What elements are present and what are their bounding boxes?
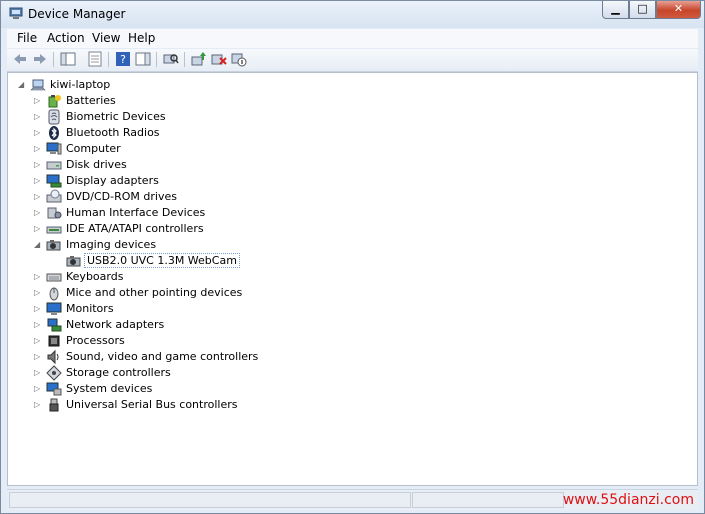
tree-item-label: Processors: [66, 334, 125, 347]
back-arrow-icon[interactable]: [12, 51, 28, 67]
help-icon[interactable]: ?: [115, 51, 131, 67]
close-icon: ✕: [673, 2, 684, 15]
disk-drive-icon: [46, 161, 62, 170]
tree-item-label: Imaging devices: [66, 238, 157, 251]
computer-icon: [46, 142, 62, 155]
tree-item-label: IDE ATA/ATAPI controllers: [66, 222, 204, 235]
expand-arrow-icon[interactable]: ▷: [34, 288, 42, 297]
status-panel-main: [9, 492, 411, 508]
tree-item-label: Sound, video and game controllers: [66, 350, 259, 363]
tree-item-label: Storage controllers: [66, 366, 171, 379]
status-panel-secondary: [412, 492, 564, 508]
tree-item-label: DVD/CD-ROM drives: [66, 190, 177, 203]
tree-item-label: Keyboards: [66, 270, 124, 283]
expand-arrow-icon[interactable]: ▷: [34, 384, 42, 393]
menu-action[interactable]: Action: [47, 31, 85, 45]
expand-arrow-icon[interactable]: ▷: [34, 400, 42, 409]
expand-arrow-icon[interactable]: ▷: [34, 128, 42, 137]
expand-arrow-icon[interactable]: ▷: [34, 368, 42, 377]
network-icon: [47, 318, 62, 332]
collapse-arrow-icon[interactable]: ◢: [34, 240, 42, 249]
expand-arrow-icon[interactable]: ▷: [34, 304, 42, 313]
hid-icon: [47, 207, 62, 219]
uninstall-icon[interactable]: [211, 51, 227, 67]
tree-item-label: Monitors: [66, 302, 114, 315]
battery-icon: [48, 95, 61, 108]
maximize-icon: □: [637, 2, 648, 15]
scan-hardware-icon[interactable]: [163, 51, 179, 67]
device-tree[interactable]: ◢ kiwi-laptop ▷ Batteries ▷ Biometric Devic…: [7, 72, 698, 486]
device-manager-icon: [9, 7, 23, 19]
expand-arrow-icon[interactable]: ▷: [34, 160, 42, 169]
tree-item-label: Universal Serial Bus controllers: [66, 398, 238, 411]
expand-arrow-icon[interactable]: ▷: [34, 192, 42, 201]
system-devices-icon: [46, 382, 62, 396]
processor-icon: [48, 335, 60, 347]
expand-arrow-icon[interactable]: ▷: [34, 112, 42, 121]
fingerprint-icon: [48, 109, 60, 125]
usb-icon: [49, 398, 59, 412]
display-adapter-icon: [46, 174, 62, 188]
forward-arrow-icon[interactable]: [32, 51, 48, 67]
close-button[interactable]: ✕: [656, 1, 701, 19]
dvd-drive-icon: [46, 189, 62, 203]
ide-controller-icon: [46, 226, 62, 234]
tree-item-label: Display adapters: [66, 174, 159, 187]
tree-item-label: Batteries: [66, 94, 116, 107]
speaker-icon: [47, 349, 59, 365]
tree-item-label: System devices: [66, 382, 153, 395]
bluetooth-icon: [49, 126, 59, 140]
laptop-icon: [30, 79, 46, 91]
expand-arrow-icon[interactable]: ▷: [34, 352, 42, 361]
expand-arrow-icon[interactable]: ▷: [34, 272, 42, 281]
monitor-icon: [46, 302, 62, 315]
properties-icon[interactable]: [87, 51, 103, 67]
tree-item-label: Bluetooth Radios: [66, 126, 160, 139]
maximize-button[interactable]: □: [629, 1, 656, 19]
title-bar[interactable]: Device Manager ▁ □ ✕: [1, 1, 704, 28]
disable-device-icon[interactable]: [231, 51, 247, 67]
update-driver-icon[interactable]: [191, 51, 207, 67]
status-bar: www.55dianzi.com: [7, 489, 698, 510]
expand-arrow-icon[interactable]: ▷: [34, 336, 42, 345]
watermark-text: www.55dianzi.com: [562, 492, 694, 508]
computer-name-label: kiwi-laptop: [50, 78, 111, 91]
tree-item-label: Mice and other pointing devices: [66, 286, 243, 299]
toolbar: ?: [7, 49, 698, 72]
menu-help[interactable]: Help: [128, 31, 155, 45]
expand-arrow-icon[interactable]: ▷: [34, 208, 42, 217]
svg-text:?: ?: [120, 53, 126, 66]
keyboard-icon: [46, 273, 62, 282]
expand-arrow-icon[interactable]: ▷: [34, 96, 42, 105]
tree-item-label: Disk drives: [66, 158, 127, 171]
expand-arrow-icon[interactable]: ▷: [34, 144, 42, 153]
tree-item-label: Biometric Devices: [66, 110, 166, 123]
menu-view[interactable]: View: [92, 31, 120, 45]
camera-icon: [46, 240, 61, 251]
storage-controller-icon: [46, 365, 62, 381]
menu-file[interactable]: File: [17, 31, 37, 45]
action-pane-icon[interactable]: [135, 51, 151, 67]
tree-item-label: Human Interface Devices: [66, 206, 206, 219]
show-hide-console-tree-icon[interactable]: [60, 51, 76, 67]
expand-arrow-icon[interactable]: ▷: [34, 176, 42, 185]
device-manager-window: Device Manager ▁ □ ✕ File Action View He…: [0, 0, 705, 514]
minimize-icon: ▁: [611, 2, 620, 15]
expand-arrow-icon[interactable]: ▷: [34, 224, 42, 233]
collapse-arrow-icon[interactable]: ◢: [18, 80, 26, 89]
minimize-button[interactable]: ▁: [602, 1, 629, 19]
tree-item-label: Network adapters: [66, 318, 165, 331]
window-title: Device Manager: [28, 7, 126, 21]
mouse-icon: [49, 287, 59, 301]
tree-item-label: Computer: [66, 142, 121, 155]
expand-arrow-icon[interactable]: ▷: [34, 320, 42, 329]
menu-bar: File Action View Help: [7, 29, 698, 48]
webcam-icon: [66, 256, 81, 267]
tree-item-label: USB2.0 UVC 1.3M WebCam: [84, 253, 240, 268]
